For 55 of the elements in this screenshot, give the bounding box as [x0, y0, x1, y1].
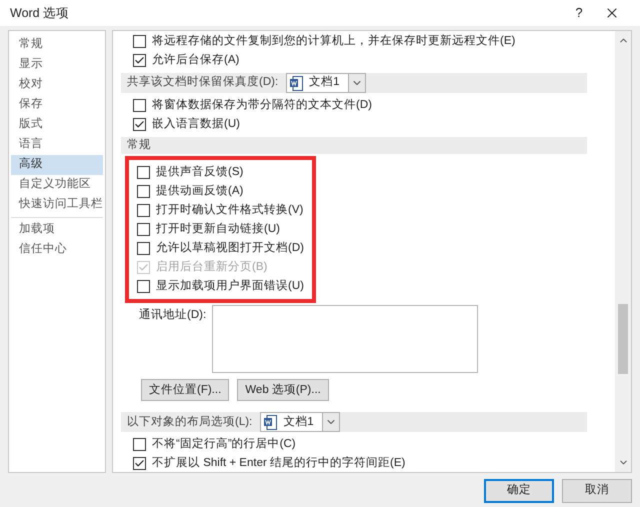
checkbox-label: 允许后台保存(A) [152, 52, 240, 68]
document-icon [264, 414, 278, 430]
dropdown-value: 文档1 [283, 414, 314, 430]
checkbox[interactable] [133, 457, 146, 470]
checkbox[interactable] [137, 223, 150, 236]
checkbox-label: 不扩展以 Shift + Enter 结尾的行中的字符间距(E) [152, 455, 406, 472]
scrollbar-thumb[interactable] [618, 304, 628, 374]
checkbox-label: 提供声音反馈(S) [156, 164, 244, 180]
checkbox[interactable] [137, 242, 150, 256]
dialog-button[interactable]: 取消 [562, 479, 632, 503]
sidebar-item[interactable]: 信任中心 [11, 240, 103, 260]
checkbox[interactable] [137, 166, 150, 180]
checkbox-label: 打开时确认文件格式转换(V) [156, 202, 304, 218]
checkbox[interactable] [133, 118, 146, 131]
section-title: 常规 [127, 138, 151, 153]
address-field[interactable] [212, 305, 478, 374]
sidebar-item[interactable]: 加载项 [11, 220, 103, 240]
help-button[interactable]: ? [564, 3, 594, 23]
checkbox[interactable] [133, 35, 146, 48]
checkbox[interactable] [133, 54, 146, 67]
sidebar-item[interactable]: 版式 [11, 115, 103, 135]
window-title: Word 选项 [10, 4, 70, 22]
checkbox-label: 将窗体数据保存为带分隔符的文本文件(D) [152, 97, 372, 113]
checkbox-label: 嵌入语言数据(U) [152, 116, 240, 132]
option-button[interactable]: 文件位置(F)... [141, 379, 230, 402]
checkbox[interactable] [133, 438, 146, 452]
sidebar-item[interactable]: 显示 [11, 55, 103, 75]
section-title: 共享该文档时保留保真度(D): [127, 74, 278, 90]
checkbox-label: 将远程存储的文件复制到您的计算机上，并在保存时更新远程文件(E) [152, 33, 516, 49]
checkbox-label: 允许以草稿视图打开文档(D) [156, 240, 304, 256]
sidebar-item[interactable]: 高级 [11, 155, 103, 175]
document-dropdown[interactable]: 文档1 [260, 412, 340, 432]
checkbox[interactable] [133, 99, 146, 112]
checkbox-label: 打开时更新自动链接(U) [156, 221, 280, 238]
document-dropdown[interactable]: 文档1 [286, 73, 366, 93]
sidebar-item[interactable]: 校对 [11, 75, 103, 95]
sidebar-item[interactable]: 常规 [11, 35, 103, 55]
sidebar-item[interactable]: 保存 [11, 95, 103, 115]
sidebar-item[interactable]: 语言 [11, 135, 103, 155]
checkbox-label: 显示加载项用户界面错误(U) [156, 278, 304, 294]
sidebar-item[interactable]: 快速访问工具栏 [11, 195, 103, 215]
option-button[interactable]: Web 选项(P)... [237, 379, 329, 402]
sidebar-item[interactable]: 自定义功能区 [11, 175, 103, 195]
checkbox-label: 不将“固定行高”的行居中(C) [152, 436, 296, 452]
checkbox-label: 提供动画反馈(A) [156, 184, 244, 200]
checkbox[interactable] [137, 185, 150, 198]
checkbox[interactable] [137, 280, 150, 294]
dialog-button[interactable]: 确定 [484, 479, 554, 503]
checkbox-label: 启用后台重新分页(B) [156, 259, 268, 276]
dropdown-value: 文档1 [309, 74, 340, 90]
section-title: 以下对象的布局选项(L): [127, 414, 252, 430]
address-label: 通讯地址(D): [139, 308, 206, 324]
scrollbar[interactable] [615, 31, 631, 472]
checkbox[interactable] [137, 204, 150, 218]
document-icon [290, 76, 304, 90]
